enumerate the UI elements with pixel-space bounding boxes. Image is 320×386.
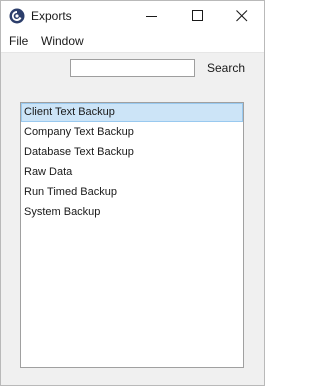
list-item-run-timed-backup[interactable]: Run Timed Backup — [21, 183, 243, 202]
maximize-icon — [192, 10, 203, 21]
window-title: Exports — [31, 9, 72, 23]
minimize-icon — [146, 16, 157, 17]
exports-list[interactable]: Client Text Backup Company Text Backup D… — [20, 102, 244, 368]
list-item-raw-data[interactable]: Raw Data — [21, 163, 243, 182]
app-logo-icon — [9, 8, 25, 24]
exports-window: Exports File Window Search Client Text B… — [0, 0, 265, 386]
minimize-button[interactable] — [129, 1, 175, 32]
search-button[interactable]: Search — [201, 58, 251, 78]
list-item-system-backup[interactable]: System Backup — [21, 203, 243, 222]
list-item-database-text-backup[interactable]: Database Text Backup — [21, 143, 243, 162]
list-item-client-text-backup[interactable]: Client Text Backup — [21, 103, 243, 122]
close-icon — [236, 10, 248, 22]
menu-bar: File Window — [1, 32, 264, 53]
menu-file[interactable]: File — [9, 34, 28, 48]
menu-window[interactable]: Window — [41, 34, 84, 48]
search-input[interactable] — [70, 59, 195, 77]
maximize-button[interactable] — [175, 1, 221, 32]
list-item-company-text-backup[interactable]: Company Text Backup — [21, 123, 243, 142]
close-button[interactable] — [219, 1, 264, 32]
title-bar[interactable]: Exports — [1, 1, 264, 32]
